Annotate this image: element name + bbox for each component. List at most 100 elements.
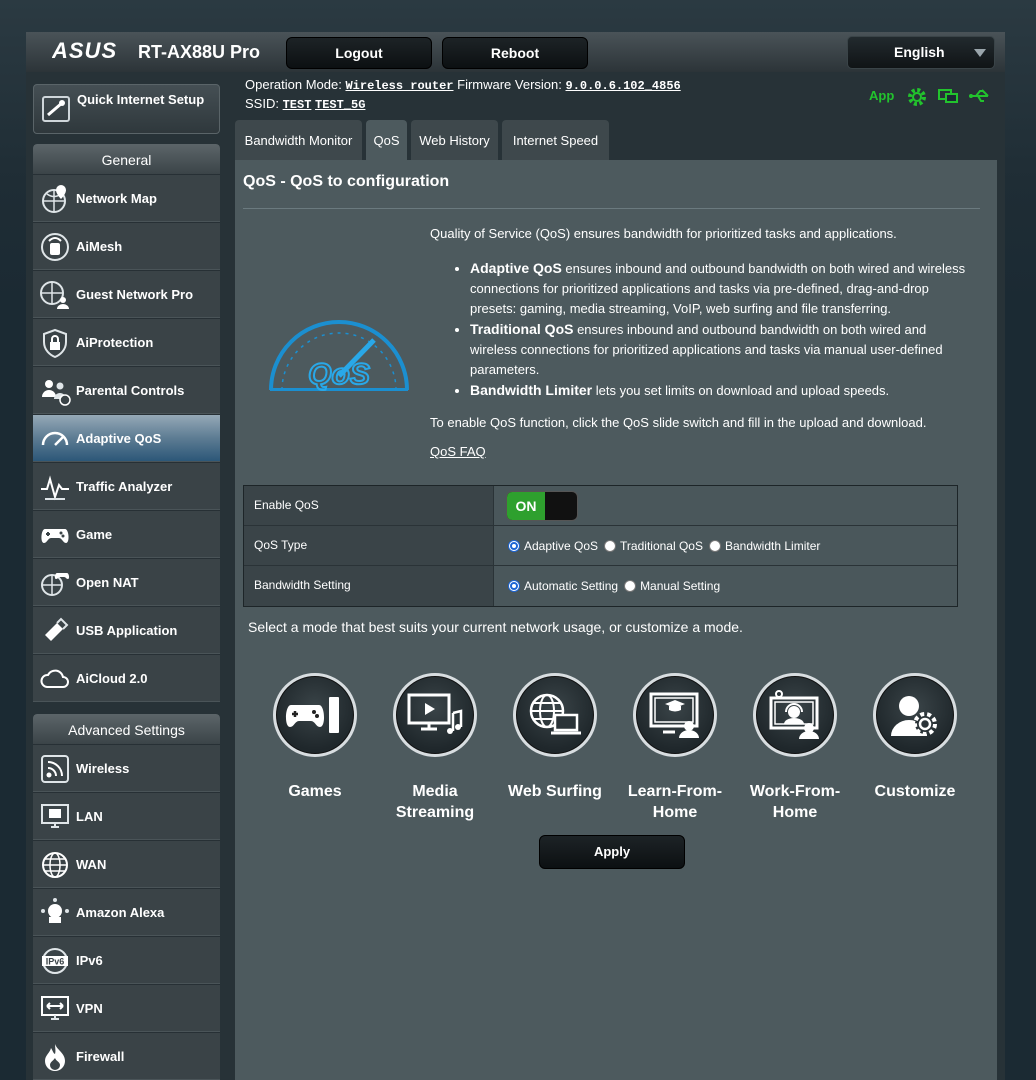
- tab-internet-speed[interactable]: Internet Speed: [502, 120, 609, 160]
- sidebar-item-amazon-alexa[interactable]: Amazon Alexa: [33, 888, 220, 936]
- list-item: Traditional QoS ensures inbound and outb…: [470, 319, 970, 380]
- radio-dot: [604, 539, 617, 552]
- radio-bandwidth-limiter[interactable]: Bandwidth Limiter: [708, 538, 821, 553]
- ipv6-globe-icon: IPv6: [39, 945, 71, 977]
- ssid-info: SSID: TEST TEST_5G: [245, 96, 365, 112]
- qos-features-list: Adaptive QoS ensures inbound and outboun…: [470, 258, 970, 401]
- mode-games[interactable]: Games: [255, 673, 375, 802]
- mesh-router-icon: [39, 231, 71, 263]
- asus-logo: ASUS: [51, 38, 124, 68]
- sidebar-item-open-nat[interactable]: Open NAT: [33, 558, 220, 606]
- cloud-icon: [39, 663, 71, 695]
- gear-icon[interactable]: [906, 86, 928, 106]
- sidebar-item-traffic-analyzer[interactable]: Traffic Analyzer: [33, 462, 220, 510]
- media-icon: [393, 673, 477, 757]
- table-row: Enable QoS ON: [244, 486, 957, 526]
- mode-label: Web Surfing: [508, 783, 602, 800]
- op-mode-label: Operation Mode:: [245, 77, 342, 92]
- app-link[interactable]: App: [869, 88, 894, 103]
- gamepad-icon: [273, 673, 357, 757]
- sidebar-item-parental-controls[interactable]: Parental Controls: [33, 366, 220, 414]
- sidebar-item-aicloud[interactable]: AiCloud 2.0: [33, 654, 220, 702]
- sidebar-label: Amazon Alexa: [76, 905, 165, 920]
- enable-qos-label: Enable QoS: [244, 486, 494, 525]
- sidebar-label: USB Application: [76, 623, 178, 638]
- sidebar-item-aiprotection[interactable]: AiProtection: [33, 318, 220, 366]
- mode-learn-from-home[interactable]: Learn-From-Home: [615, 673, 735, 823]
- fw-label: Firmware Version:: [457, 77, 562, 92]
- qos-faq-link[interactable]: QoS FAQ: [430, 444, 486, 459]
- wizard-icon: [40, 93, 72, 125]
- sidebar-item-guest-network-pro[interactable]: Guest Network Pro: [33, 270, 220, 318]
- lan-monitor-icon: [39, 801, 71, 833]
- logout-button[interactable]: Logout: [286, 37, 432, 69]
- chevron-down-icon: [974, 49, 986, 57]
- mode-label: Games: [288, 783, 342, 800]
- ssid-link-2[interactable]: TEST_5G: [315, 98, 365, 112]
- fw-link[interactable]: 9.0.0.6.102_4856: [566, 79, 681, 93]
- speedometer-icon: [39, 423, 71, 455]
- title-divider: [243, 208, 980, 209]
- bullet-title: Adaptive QoS: [470, 260, 562, 276]
- sidebar-item-lan[interactable]: LAN: [33, 792, 220, 840]
- sidebar-item-firewall[interactable]: Firewall: [33, 1032, 220, 1080]
- ssid-link-1[interactable]: TEST: [283, 98, 312, 112]
- sidebar-item-game[interactable]: Game: [33, 510, 220, 558]
- sidebar-label: WAN: [76, 857, 107, 872]
- tab-bandwidth-monitor[interactable]: Bandwidth Monitor: [235, 120, 362, 160]
- mode-label: Customize: [874, 783, 956, 800]
- radio-dot: [708, 539, 721, 552]
- tab-qos[interactable]: QoS: [366, 120, 407, 160]
- usb-icon[interactable]: [968, 86, 990, 106]
- wifi-icon: [39, 753, 71, 785]
- sidebar-label: AiCloud 2.0: [76, 671, 148, 686]
- radio-label: Automatic Setting: [524, 579, 619, 593]
- svg-text:QoS: QoS: [308, 358, 370, 391]
- bullet-title: Traditional QoS: [470, 321, 574, 337]
- sidebar-item-network-map[interactable]: Network Map: [33, 174, 220, 222]
- op-mode-link[interactable]: Wireless router: [345, 79, 453, 93]
- radio-label: Bandwidth Limiter: [724, 538, 821, 553]
- sidebar-label: LAN: [76, 809, 103, 824]
- pulse-icon: [39, 471, 71, 503]
- reboot-button[interactable]: Reboot: [442, 37, 588, 69]
- user-gear-icon: [873, 673, 957, 757]
- sidebar-label: AiMesh: [76, 239, 123, 254]
- sidebar-label: Parental Controls: [76, 383, 185, 398]
- operation-info: Operation Mode: Wireless router Firmware…: [245, 77, 681, 93]
- radio-label: Traditional QoS: [620, 538, 703, 553]
- apply-button[interactable]: Apply: [539, 835, 685, 869]
- radio-label: Manual Setting: [640, 579, 721, 593]
- mode-hint: Select a mode that best suits your curre…: [248, 619, 743, 635]
- list-item: Bandwidth Limiter lets you set limits on…: [470, 380, 970, 401]
- sidebar-item-adaptive-qos[interactable]: Adaptive QoS: [33, 414, 220, 462]
- svg-text:ASUS: ASUS: [52, 40, 117, 62]
- sidebar-label: Open NAT: [76, 575, 139, 590]
- sidebar-item-ipv6[interactable]: IPv6 IPv6: [33, 936, 220, 984]
- mode-web-surfing[interactable]: Web Surfing: [495, 673, 615, 802]
- sidebar-item-aimesh[interactable]: AiMesh: [33, 222, 220, 270]
- quick-internet-setup[interactable]: Quick Internet Setup: [33, 84, 220, 134]
- table-row: QoS Type Adaptive QoS Traditional QoS Ba…: [244, 526, 957, 566]
- mode-work-from-home[interactable]: Work-From-Home: [735, 673, 855, 823]
- sidebar-item-vpn[interactable]: VPN: [33, 984, 220, 1032]
- intro-text: Quality of Service (QoS) ensures bandwid…: [430, 226, 897, 241]
- enable-qos-toggle[interactable]: ON: [506, 490, 578, 521]
- sidebar-item-wireless[interactable]: Wireless: [33, 744, 220, 792]
- mode-customize[interactable]: Customize: [855, 673, 975, 802]
- tab-web-history[interactable]: Web History: [411, 120, 498, 160]
- globe-users-icon: [39, 279, 71, 311]
- radio-adaptive-qos[interactable]: Adaptive QoS: [508, 539, 598, 553]
- sidebar-label: Traffic Analyzer: [76, 479, 173, 494]
- devices-icon[interactable]: [937, 86, 959, 106]
- language-select[interactable]: English: [847, 36, 995, 69]
- sidebar-label: IPv6: [76, 953, 103, 968]
- radio-manual-setting[interactable]: Manual Setting: [624, 579, 720, 593]
- radio-automatic-setting[interactable]: Automatic Setting: [508, 579, 618, 593]
- sidebar-item-wan[interactable]: WAN: [33, 840, 220, 888]
- model-name: RT-AX88U Pro: [138, 42, 261, 62]
- radio-traditional-qos[interactable]: Traditional QoS: [604, 539, 703, 553]
- globe-gamepad-icon: [39, 567, 71, 599]
- sidebar-item-usb-application[interactable]: USB Application: [33, 606, 220, 654]
- mode-media-streaming[interactable]: Media Streaming: [375, 673, 495, 823]
